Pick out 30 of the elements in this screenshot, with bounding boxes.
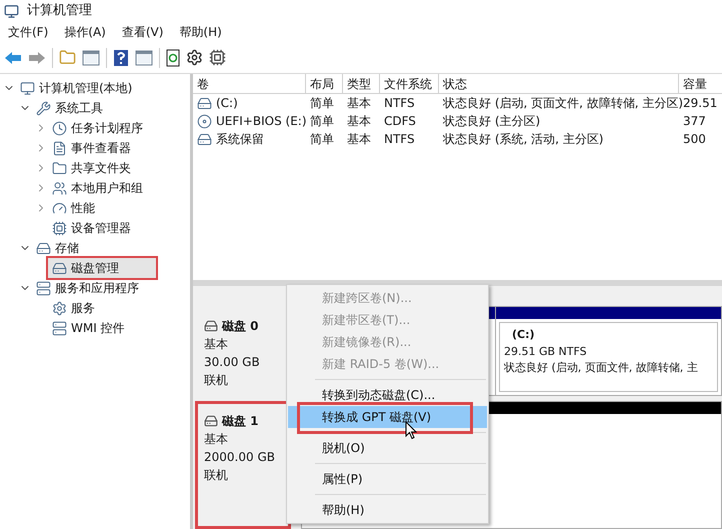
table-cell-text: 状态良好 (主分区) bbox=[443, 113, 540, 130]
table-cell-text: 系统保留 bbox=[216, 131, 264, 148]
table-cell-text: 29.51 bbox=[683, 95, 718, 112]
table-cell-text: 状态良好 (系统, 活动, 主分区) bbox=[443, 131, 604, 148]
disk-status: 联机 bbox=[204, 467, 229, 484]
disk-type: 基本 bbox=[204, 336, 229, 353]
table-cell-text: NTFS bbox=[384, 95, 415, 112]
disk-type: 基本 bbox=[204, 431, 229, 448]
table-cell-text: NTFS bbox=[384, 131, 415, 148]
disk-name: 磁盘 1 bbox=[222, 413, 259, 430]
table-cell-text: CDFS bbox=[384, 113, 416, 130]
partition-status: 状态良好 (启动, 页面文件, 故障转储, 主 bbox=[504, 360, 699, 376]
disk-name: 磁盘 0 bbox=[222, 318, 259, 335]
table-cell-text: 简单 bbox=[310, 131, 334, 148]
table-cell-text: (C:) bbox=[216, 95, 238, 112]
table-cell-text: 500 bbox=[683, 131, 706, 148]
partition-name: (C:) bbox=[511, 327, 536, 343]
disk-size: 2000.00 GB bbox=[204, 449, 276, 466]
table-cell-text: 基本 bbox=[347, 131, 371, 148]
table-cell-text: UEFI+BIOS (E:) bbox=[216, 113, 306, 130]
table-cell-text: 基本 bbox=[347, 113, 371, 130]
table-cell-text: 简单 bbox=[310, 113, 334, 130]
window-title: 计算机管理 bbox=[27, 2, 92, 20]
partition-size: 29.51 GB NTFS bbox=[504, 344, 588, 360]
table-cell-text: 状态良好 (启动, 页面文件, 故障转储, 主分区) bbox=[443, 95, 684, 112]
table-cell-text: 简单 bbox=[310, 95, 334, 112]
table-cell-text: 377 bbox=[683, 113, 706, 130]
disk-status: 联机 bbox=[204, 372, 229, 389]
disk-size: 30.00 GB bbox=[204, 354, 261, 371]
table-cell-text: 基本 bbox=[347, 95, 371, 112]
